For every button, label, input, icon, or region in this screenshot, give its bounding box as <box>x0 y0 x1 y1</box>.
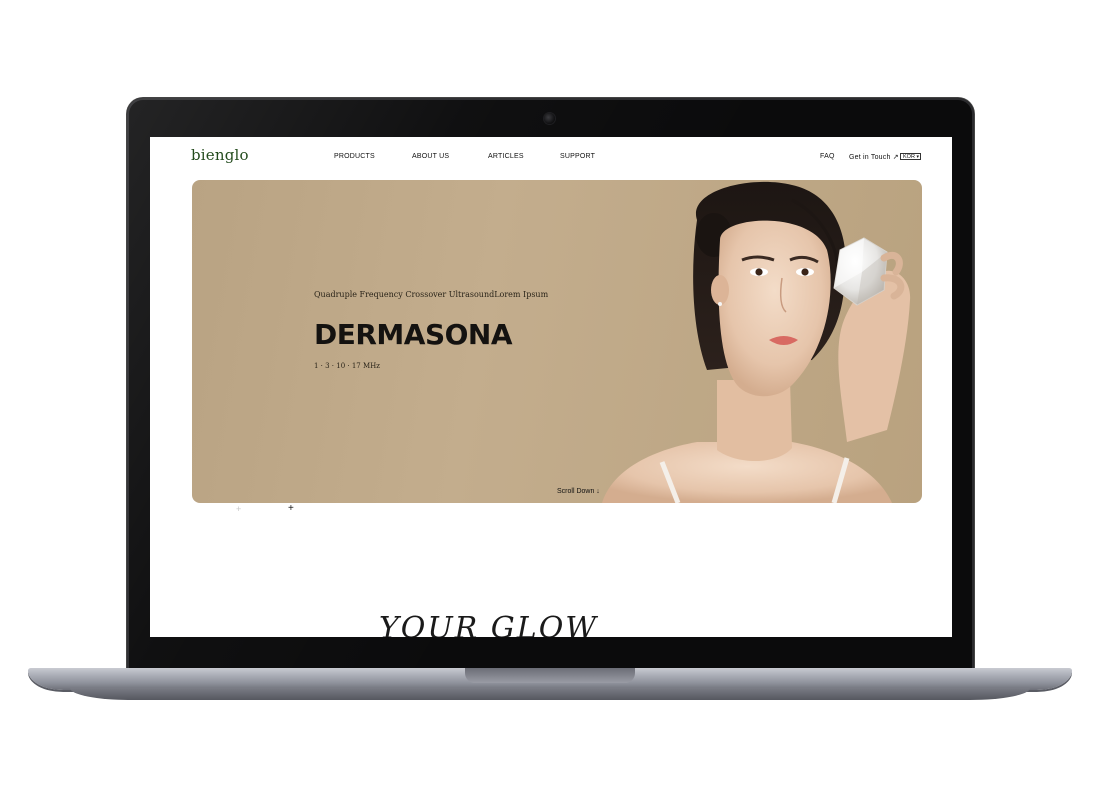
nav-support[interactable]: SUPPORT <box>560 153 595 160</box>
language-value: KOR <box>903 154 915 160</box>
hero-banner: Quadruple Frequency Crossover Ultrasound… <box>192 180 922 503</box>
slider-marker-active[interactable]: + <box>288 503 294 514</box>
brand-logo[interactable]: bienglo <box>191 146 249 164</box>
laptop-screen: bienglo PRODUCTS ABOUT US ARTICLES SUPPO… <box>150 137 952 637</box>
nav-faq[interactable]: FAQ <box>820 153 835 160</box>
hero-model-image <box>602 181 911 503</box>
hero-frequencies: 1 · 3 · 10 · 17 MHz <box>314 362 380 370</box>
laptop-hinge-notch <box>465 668 635 683</box>
scroll-down-link[interactable]: Scroll Down ↓ <box>557 488 600 495</box>
get-in-touch-link[interactable]: Get in Touch ↗ <box>849 153 899 161</box>
language-select[interactable]: KOR ▾ <box>900 153 921 160</box>
slider-marker-inactive[interactable]: + <box>236 504 241 514</box>
chevron-down-icon: ▾ <box>916 154 919 160</box>
site-header: bienglo PRODUCTS ABOUT US ARTICLES SUPPO… <box>150 137 952 177</box>
nav-articles[interactable]: ARTICLES <box>488 153 524 160</box>
nav-products[interactable]: PRODUCTS <box>334 153 375 160</box>
hero-subtitle: Quadruple Frequency Crossover Ultrasound… <box>314 290 549 299</box>
hero-title: DERMASONA <box>314 318 513 351</box>
section-heading: YOUR GLOW <box>379 611 599 637</box>
laptop-base-bottom <box>70 688 1030 700</box>
webcam-icon <box>544 113 555 124</box>
nav-about-us[interactable]: ABOUT US <box>412 153 449 160</box>
